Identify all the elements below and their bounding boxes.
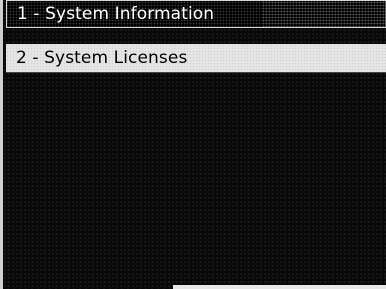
selection-highlight-fade (262, 1, 386, 27)
bottom-edge-bar (173, 285, 386, 289)
menu-item-system-information[interactable]: 1 - System Information (6, 0, 386, 28)
menu-panel: 1 - System Information 2 - System Licens… (0, 0, 386, 289)
screen: 1 - System Information 2 - System Licens… (0, 0, 386, 289)
menu-item-system-licenses[interactable]: 2 - System Licenses (6, 44, 386, 72)
menu-item-label: 2 - System Licenses (16, 48, 188, 68)
menu-item-label: 1 - System Information (17, 4, 215, 24)
menu-divider (6, 72, 386, 73)
